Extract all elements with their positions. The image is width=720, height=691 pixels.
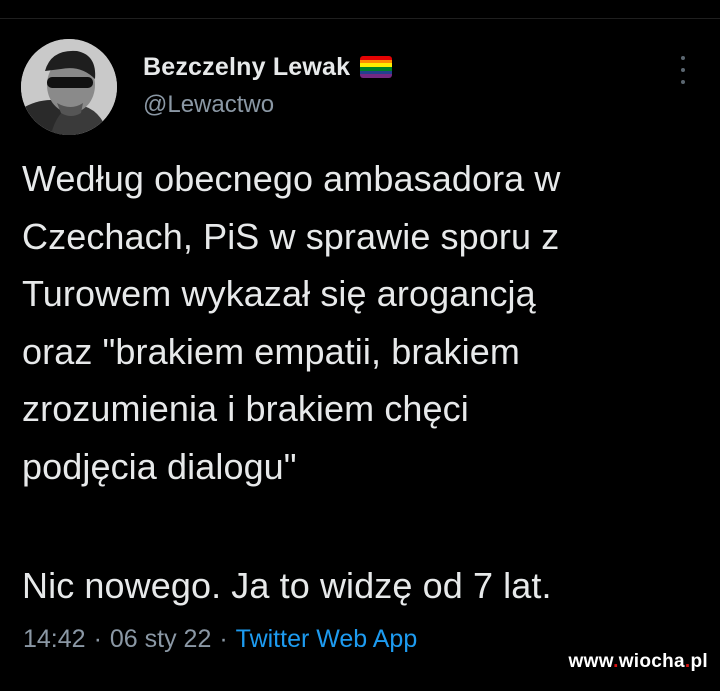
tweet-meta: 14:42 · 06 sty 22 · Twitter Web App — [23, 622, 417, 656]
watermark: www.wiocha.pl — [569, 651, 708, 673]
meta-separator: · — [93, 624, 102, 653]
tweet-text: Według obecnego ambasadora w Czechach, P… — [22, 158, 561, 487]
tweet-text-second: Nic nowego. Ja to widzę od 7 lat. — [22, 565, 552, 606]
tweet-header: Bezczelny Lewak @Lewactwo — [143, 50, 663, 120]
tweet-date[interactable]: 06 sty 22 — [110, 625, 211, 654]
more-options-icon[interactable] — [676, 56, 690, 84]
avatar-image — [21, 39, 117, 135]
name-row: Bezczelny Lewak — [143, 50, 663, 84]
display-name[interactable]: Bezczelny Lewak — [143, 53, 350, 82]
top-divider — [0, 18, 720, 19]
user-handle[interactable]: @Lewactwo — [143, 90, 663, 120]
watermark-prefix: www — [568, 651, 614, 672]
rainbow-flag-icon — [360, 56, 393, 78]
avatar[interactable] — [21, 39, 117, 135]
tweet-time[interactable]: 14:42 — [23, 625, 86, 654]
tweet-card: Bezczelny Lewak @Lewactwo Według obecneg… — [0, 0, 720, 691]
tweet-source-link[interactable]: Twitter Web App — [236, 625, 418, 654]
meta-separator: · — [219, 624, 228, 653]
watermark-suffix: pl — [690, 651, 708, 672]
watermark-middle: wiocha — [618, 651, 685, 672]
